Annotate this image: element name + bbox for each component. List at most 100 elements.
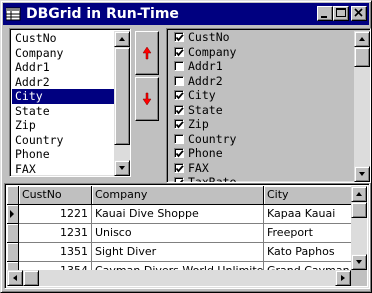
grid-cell-custno[interactable]: 1221 [19,205,92,224]
move-down-button[interactable] [135,77,159,121]
checkbox-item[interactable]: State [174,103,354,118]
checkbox-label: City [188,88,216,102]
row-indicator[interactable] [7,205,19,224]
red-arrow-up-icon [142,46,152,60]
list-item[interactable]: FAX [12,162,114,177]
close-icon [354,8,363,17]
checkbox-label: Addr1 [188,59,223,73]
checkbox[interactable] [174,119,184,129]
scroll-right-button[interactable] [335,270,351,286]
checkbox[interactable] [174,162,184,173]
field-listbox[interactable]: CustNo Company Addr1 Addr2 City State Zip Count… [9,28,131,177]
scroll-corner [351,270,367,286]
grid-cell-city[interactable]: Kapaa Kauai [264,205,353,224]
list-item[interactable]: TaxRate [12,176,114,177]
grid-vertical-scrollbar[interactable] [351,186,367,270]
app-icon[interactable] [6,6,22,22]
scroll-thumb[interactable] [354,47,370,67]
checkbox-item[interactable]: CustNo [174,30,354,45]
scroll-down-icon [119,166,125,170]
checkbox-item[interactable]: Company [174,45,354,60]
grid-cell-city[interactable]: Kato Paphos [264,243,353,262]
column-visibility-list[interactable]: CustNo Company Addr1 Addr2 City State Zip Count… [166,28,371,183]
checkbox-label: Phone [188,146,223,160]
grid-cell-custno[interactable]: 1351 [19,243,92,262]
checkbox-item[interactable]: TaxRate [174,175,354,182]
list-item[interactable]: Phone [12,147,114,162]
column-header[interactable]: Company [92,186,264,205]
grid-cell-company[interactable]: Unisco [92,224,264,243]
check-icon [175,48,184,56]
maximize-icon [336,8,346,17]
checkbox[interactable] [174,46,184,57]
list-item[interactable]: CustNo [12,31,114,46]
list-item[interactable]: Addr2 [12,75,114,90]
scroll-up-button[interactable] [114,31,130,47]
close-button[interactable] [351,6,367,21]
check-icon [175,34,184,42]
db-grid[interactable]: CustNo Company City 1221 Kauai Dive Shoppe Ka… [4,183,370,289]
minimize-button[interactable] [317,6,333,21]
grid-cell-custno[interactable]: 1231 [19,224,92,243]
list-item[interactable]: City [12,89,114,104]
visibility-list-scrollbar[interactable] [354,31,370,182]
list-item[interactable]: Company [12,46,114,61]
field-list-items: CustNo Company Addr1 Addr2 City State Zip Count… [12,31,114,177]
check-icon [175,92,184,100]
app-window: DBGrid in Run-Time CustNo Company Addr1 Add… [0,0,372,293]
scroll-left-button[interactable] [7,270,23,286]
scroll-thumb[interactable] [114,47,130,145]
grid-cell-city[interactable]: Freeport [264,224,353,243]
checkbox-label: Company [188,44,237,59]
checkbox[interactable] [174,61,184,71]
scroll-down-button[interactable] [114,160,130,176]
checkbox-items: CustNo Company Addr1 Addr2 City State Zip Count… [174,30,354,182]
field-list-scrollbar[interactable] [114,31,130,176]
checkbox[interactable] [174,90,184,100]
row-indicator[interactable] [7,224,19,243]
maximize-button[interactable] [333,6,349,21]
checkbox-item[interactable]: FAX [174,161,354,176]
move-up-button[interactable] [135,31,159,75]
scroll-down-icon [359,172,365,176]
red-arrow-down-icon [142,92,152,106]
scroll-left-icon [13,275,17,281]
grid-cell-company[interactable]: Kauai Dive Shoppe [92,205,264,224]
list-item[interactable]: Addr1 [12,60,114,75]
row-indicator[interactable] [7,243,19,262]
title-bar[interactable]: DBGrid in Run-Time [3,3,369,25]
minimize-icon [321,16,327,18]
checkbox-item[interactable]: Addr2 [174,74,354,89]
scroll-up-button[interactable] [351,186,367,202]
checkbox[interactable] [174,104,184,115]
scroll-down-button[interactable] [351,254,367,270]
grid-corner-cell [7,186,19,205]
list-item[interactable]: Zip [12,118,114,133]
checkbox-item[interactable]: Addr1 [174,59,354,74]
current-row-icon [10,210,14,218]
scroll-thumb[interactable] [23,270,39,286]
checkbox-item[interactable]: Zip [174,117,354,132]
list-item[interactable]: State [12,104,114,119]
checkbox[interactable] [174,133,184,144]
checkbox-item[interactable]: Country [174,132,354,147]
check-icon [175,106,184,114]
list-item[interactable]: Country [12,133,114,148]
checkbox-label: Country [188,131,237,146]
scroll-thumb[interactable] [351,202,367,218]
grid-cell-company[interactable]: Sight Diver [92,243,264,262]
column-header[interactable]: CustNo [19,186,92,205]
scroll-up-button[interactable] [354,31,370,47]
scroll-down-button[interactable] [354,166,370,182]
checkbox[interactable] [174,32,184,42]
checkbox[interactable] [174,75,184,86]
column-header[interactable]: City [264,186,353,205]
checkbox-item[interactable]: City [174,88,354,103]
checkbox[interactable] [174,148,184,158]
checkbox-label: Zip [188,117,209,131]
checkbox-label: FAX [188,160,209,175]
window-title: DBGrid in Run-Time [26,6,179,22]
grid-horizontal-scrollbar[interactable] [7,270,351,286]
checkbox-item[interactable]: Phone [174,146,354,161]
scroll-up-icon [359,37,365,41]
